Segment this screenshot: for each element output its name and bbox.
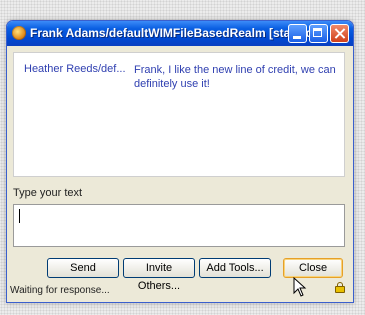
lock-icon [335, 282, 345, 293]
send-button[interactable]: Send [47, 258, 119, 278]
invite-others-button[interactable]: Invite Others... [123, 258, 195, 292]
add-tools-button[interactable]: Add Tools... [199, 258, 271, 278]
message-sender: Heather Reeds/def... [24, 63, 126, 75]
minimize-icon[interactable] [288, 24, 307, 43]
message-text: Frank, I like the new line of credit, we… [134, 64, 336, 90]
mouse-cursor-icon [293, 277, 307, 297]
status-text: Waiting for response... [10, 285, 110, 296]
close-icon[interactable] [330, 24, 349, 43]
chat-window: Frank Adams/defaultWIMFileBasedRealm [st… [6, 20, 354, 303]
text-caret [19, 209, 20, 223]
title-bar[interactable]: Frank Adams/defaultWIMFileBasedRealm [st… [7, 21, 353, 46]
chat-app-icon [12, 26, 26, 40]
compose-label: Type your text [13, 187, 83, 199]
maximize-icon[interactable] [309, 24, 328, 43]
close-button[interactable]: Close [283, 258, 343, 278]
window-title: Frank Adams/defaultWIMFileBasedRealm [st… [30, 26, 327, 40]
compose-input[interactable] [13, 204, 345, 247]
message-history[interactable]: Heather Reeds/def... Frank, I like the n… [13, 52, 345, 177]
